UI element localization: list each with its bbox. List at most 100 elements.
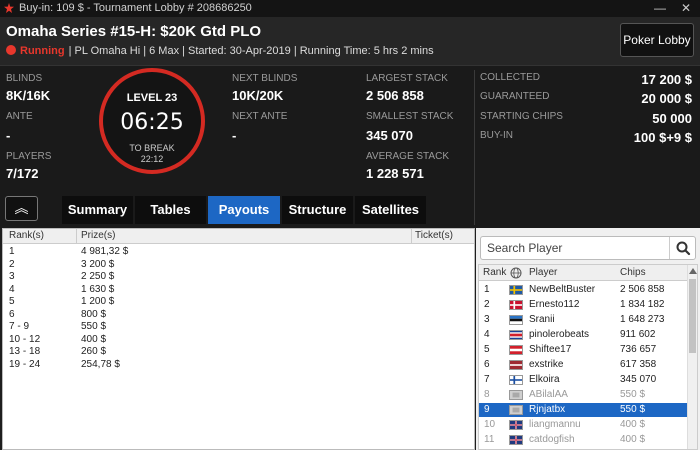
rank-column-header[interactable]: Rank(s) <box>9 230 44 241</box>
ante-label: ANTE <box>6 111 33 122</box>
player-row[interactable]: 7 Elkoira 345 070 <box>479 373 687 387</box>
player-column-header[interactable]: Player <box>529 267 557 278</box>
to-break-label: TO BREAK <box>129 143 175 153</box>
players-table-header: Rank Player Chips <box>479 265 687 281</box>
payout-row: 10 - 12 400 $ <box>3 334 474 346</box>
to-break-value: 22:12 <box>140 154 164 164</box>
payout-row: 1 4 981,32 $ <box>3 246 474 258</box>
prize-column-header[interactable]: Prize(s) <box>81 230 115 241</box>
player-rank: 9 <box>484 404 490 415</box>
payout-row: 13 - 18 260 $ <box>3 346 474 358</box>
player-chips: 617 358 <box>620 359 657 370</box>
column-separator <box>411 229 412 244</box>
payout-rank: 4 <box>9 283 15 295</box>
player-row[interactable]: 6 exstrike 617 358 <box>479 358 687 372</box>
player-row[interactable]: 3 Sranii 1 648 273 <box>479 313 687 327</box>
tab-payouts[interactable]: Payouts <box>208 196 280 224</box>
window-title: Buy-in: 109 $ - Tournament Lobby # 20868… <box>19 2 252 14</box>
payout-row: 2 3 200 $ <box>3 259 474 271</box>
tournament-details: | PL Omaha Hi | 6 Max | Started: 30-Apr-… <box>68 45 434 57</box>
rank-column-header[interactable]: Rank <box>483 267 506 278</box>
level-number: LEVEL 23 <box>126 92 178 104</box>
payout-prize: 1 630 $ <box>81 283 115 295</box>
player-row[interactable]: 10 liangmannu 400 $ <box>479 418 687 432</box>
search-player-input[interactable] <box>487 240 657 256</box>
player-list-panel: Rank Player Chips 1 NewBeltBuster 2 506 85… <box>476 228 700 450</box>
costa-rica-flag-icon <box>509 330 523 340</box>
player-row-selected[interactable]: 9 Rjnjatbx 550 $ <box>479 403 687 417</box>
column-separator <box>76 229 77 244</box>
player-rank: 4 <box>484 329 490 340</box>
average-stack-label: AVERAGE STACK <box>366 151 449 162</box>
scroll-up-arrow-icon[interactable] <box>689 268 697 274</box>
player-rank: 5 <box>484 344 490 355</box>
starting-chips-label: STARTING CHIPS <box>480 111 563 122</box>
smallest-stack-label: SMALLEST STACK <box>366 111 454 122</box>
collapse-header-button[interactable]: ︽ <box>5 196 38 221</box>
ticket-column-header[interactable]: Ticket(s) <box>415 230 453 241</box>
buyin-value: 100 $+9 $ <box>633 130 692 145</box>
players-scrollbar[interactable] <box>687 265 697 449</box>
double-chevron-up-icon: ︽ <box>14 200 29 216</box>
tab-structure[interactable]: Structure <box>282 196 353 224</box>
uk-flag-icon <box>509 420 523 430</box>
payout-rank: 5 <box>9 296 15 307</box>
latvia-flag-icon <box>509 360 523 370</box>
player-rank: 6 <box>484 359 490 370</box>
payout-rank: 2 <box>9 258 15 270</box>
next-ante-value: - <box>232 128 237 143</box>
collected-value: 17 200 $ <box>641 72 692 87</box>
running-status-dot-icon <box>6 45 16 55</box>
poker-lobby-button[interactable]: Poker Lobby <box>620 23 694 57</box>
search-button[interactable] <box>669 237 695 259</box>
player-name: Shiftee17 <box>529 344 572 355</box>
sweden-flag-icon <box>509 285 523 295</box>
player-row[interactable]: 4 pinolerobeats 911 602 <box>479 328 687 342</box>
payout-prize: 3 200 $ <box>81 258 115 270</box>
payout-prize: 400 $ <box>81 333 107 345</box>
players-value: 7/172 <box>6 166 39 181</box>
minimize-button[interactable]: — <box>650 1 670 16</box>
player-row[interactable]: 5 Shiftee17 736 657 <box>479 343 687 357</box>
tab-summary[interactable]: Summary <box>62 196 133 224</box>
player-chips: 345 070 <box>620 374 657 385</box>
status-label: Running <box>20 45 65 57</box>
payout-rank: 10 - 12 <box>9 333 41 345</box>
player-name: exstrike <box>529 359 564 370</box>
player-rank: 3 <box>484 314 490 325</box>
payout-row: 3 2 250 $ <box>3 271 474 283</box>
info-divider <box>474 70 475 225</box>
estonia-flag-icon <box>509 315 523 325</box>
tab-satellites[interactable]: Satellites <box>355 196 426 224</box>
window-titlebar: Buy-in: 109 $ - Tournament Lobby # 20868… <box>0 0 700 17</box>
starting-chips-value: 50 000 <box>652 111 692 126</box>
player-chips: 1 834 182 <box>620 299 665 310</box>
collected-label: COLLECTED <box>480 72 541 83</box>
player-name: catdogfish <box>529 434 575 445</box>
payout-rank: 6 <box>9 308 15 320</box>
search-player-box <box>480 236 696 260</box>
denmark-flag-icon <box>509 300 523 310</box>
scrollbar-thumb[interactable] <box>689 279 696 353</box>
payout-rank: 13 - 18 <box>9 346 41 357</box>
finland-flag-icon <box>509 375 523 385</box>
player-rank: 10 <box>484 419 496 430</box>
player-rank: 11 <box>484 434 495 445</box>
blinds-label: BLINDS <box>6 73 43 84</box>
payout-rank: 3 <box>9 271 15 282</box>
player-name: Ernesto112 <box>529 299 580 310</box>
average-stack-value: 1 228 571 <box>366 166 424 181</box>
player-row[interactable]: 11 catdogfish 400 $ <box>479 433 687 447</box>
player-row[interactable]: 2 Ernesto112 1 834 182 <box>479 298 687 312</box>
player-rank: 8 <box>484 389 490 400</box>
payout-row: 4 1 630 $ <box>3 284 474 296</box>
player-row[interactable]: 1 NewBeltBuster 2 506 858 <box>479 283 687 297</box>
search-icon <box>676 241 691 256</box>
payout-prize: 254,78 $ <box>81 358 120 370</box>
close-button[interactable]: ✕ <box>676 1 696 16</box>
chips-column-header[interactable]: Chips <box>620 267 646 278</box>
smallest-stack-value: 345 070 <box>366 128 413 143</box>
players-label: PLAYERS <box>6 151 52 162</box>
tab-tables[interactable]: Tables <box>135 196 206 224</box>
player-row[interactable]: 8 ABilalAA 550 $ <box>479 388 687 402</box>
